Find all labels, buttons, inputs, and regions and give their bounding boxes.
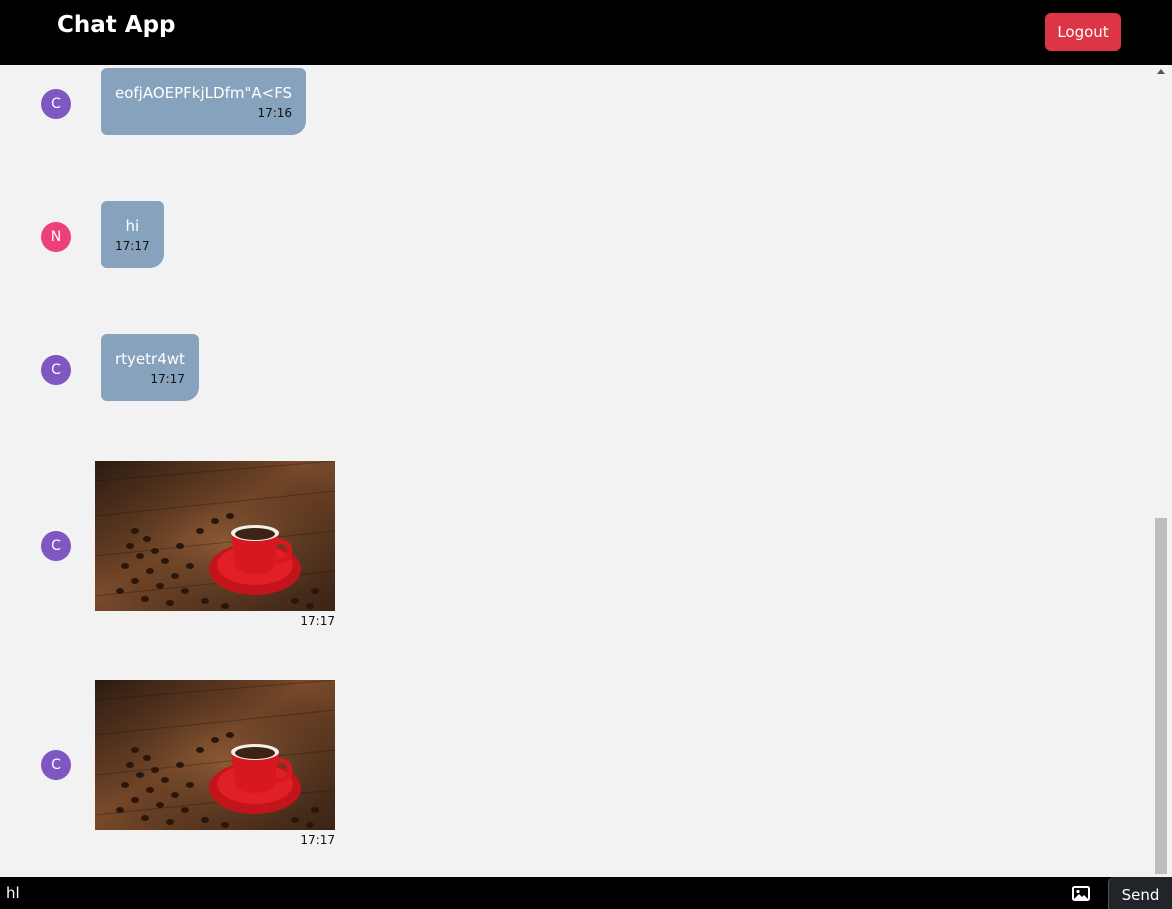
- avatar: C: [41, 531, 71, 561]
- message-text: rtyetr4wt: [115, 350, 185, 368]
- message-time: 17:16: [257, 106, 293, 120]
- message-text: hi: [125, 217, 140, 235]
- send-button[interactable]: Send: [1108, 877, 1172, 909]
- message-text: eofjAOEPFkjLDfm"A<FS: [115, 84, 293, 102]
- scrollbar-thumb[interactable]: [1155, 518, 1167, 874]
- scrollbar[interactable]: [1153, 65, 1169, 877]
- message-bubble: eofjAOEPFkjLDfm"A<FS 17:16: [101, 68, 307, 135]
- message-time: 17:17: [150, 372, 185, 386]
- image-message: 17:17: [95, 680, 335, 847]
- image-icon[interactable]: [1068, 883, 1094, 905]
- message-time: 17:17: [115, 239, 150, 253]
- coffee-cup-photo[interactable]: [95, 680, 335, 830]
- message-time: 17:17: [300, 833, 335, 847]
- message-bubble: hi 17:17: [101, 201, 164, 268]
- app-title: Chat App: [57, 12, 176, 38]
- message-time: 17:17: [300, 614, 335, 628]
- message-bubble: rtyetr4wt 17:17: [101, 334, 199, 401]
- image-message: 17:17: [95, 461, 335, 628]
- message-composer: Send: [0, 877, 1172, 909]
- logout-button[interactable]: Logout: [1045, 13, 1121, 51]
- coffee-cup-photo[interactable]: [95, 461, 335, 611]
- message-list[interactable]: C eofjAOEPFkjLDfm"A<FS 17:16 N hi 17:17 …: [0, 65, 1153, 877]
- avatar: C: [41, 750, 71, 780]
- avatar: C: [41, 355, 71, 385]
- navbar: Chat App Logout: [0, 0, 1172, 65]
- scroll-up-arrow-icon[interactable]: [1157, 69, 1165, 74]
- avatar: C: [41, 89, 71, 119]
- message-input[interactable]: [0, 877, 1062, 909]
- avatar: N: [41, 222, 71, 252]
